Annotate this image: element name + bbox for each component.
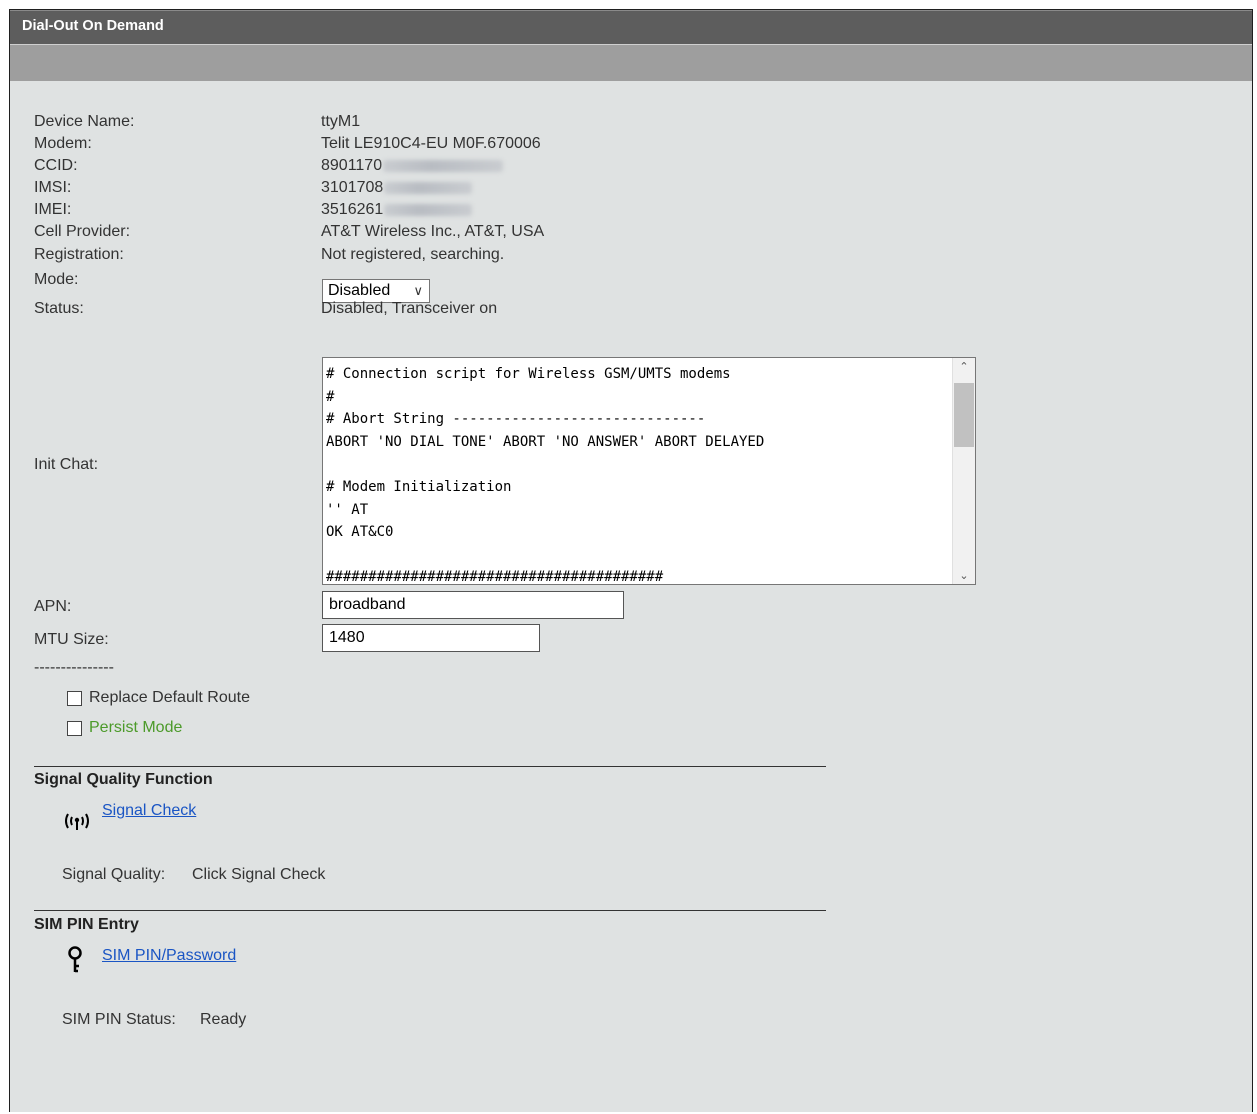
replace-default-route-label: Replace Default Route [89,689,250,706]
ccid-redaction [383,159,504,172]
key-icon [67,946,83,979]
init-chat-text: # Connection script for Wireless GSM/UMT… [326,366,765,583]
mode-label: Mode: [34,271,79,288]
sim-section-title: SIM PIN Entry [34,916,139,933]
mode-selected-value: Disabled [328,282,391,299]
sim-pin-status-value: Ready [200,1011,247,1028]
registration-value: Not registered, searching. [321,246,505,263]
device-name-label: Device Name: [34,113,135,130]
init-chat-label: Init Chat: [34,456,99,473]
panel-subheader-bar [10,45,1252,81]
ccid-value-row: 8901170 [321,157,504,175]
ccid-value: 8901170 [321,157,383,174]
ccid-label: CCID: [34,157,78,174]
imsi-redaction [384,181,473,194]
imsi-label: IMSI: [34,179,72,196]
mtu-label: MTU Size: [34,631,109,648]
panel-title: Dial-Out On Demand [10,10,1252,45]
scrollbar-thumb[interactable] [954,383,974,447]
scroll-down-icon[interactable]: ⌄ [953,569,975,582]
sim-pin-status-label: SIM PIN Status: [62,1011,176,1028]
scroll-up-icon[interactable]: ⌃ [953,360,975,373]
signal-quality-value: Click Signal Check [192,866,326,883]
signal-check-link[interactable]: Signal Check [102,802,196,820]
apn-label: APN: [34,598,72,615]
persist-mode-checkbox[interactable] [67,721,82,736]
signal-section-title: Signal Quality Function [34,771,213,788]
modem-value: Telit LE910C4-EU M0F.670006 [321,135,541,152]
init-chat-textarea[interactable]: # Connection script for Wireless GSM/UMT… [322,357,976,585]
section-divider [34,910,826,911]
sim-pin-link[interactable]: SIM PIN/Password [102,947,236,965]
registration-label: Registration: [34,246,124,263]
section-divider [34,766,826,767]
device-name-value: ttyM1 [321,113,361,130]
status-value: Disabled, Transceiver on [321,300,498,317]
cell-provider-value: AT&T Wireless Inc., AT&T, USA [321,223,545,240]
status-label: Status: [34,300,84,317]
antenna-icon [62,810,92,837]
imei-value-row: 3516261 [321,201,473,219]
imsi-value: 3101708 [321,179,384,196]
dialout-panel: Dial-Out On Demand Device Name: ttyM1 Mo… [9,9,1253,1112]
signal-quality-label: Signal Quality: [62,866,166,883]
apn-input[interactable]: broadband [322,591,624,619]
init-chat-scrollbar[interactable]: ⌃ ⌄ [952,358,975,584]
cell-provider-label: Cell Provider: [34,223,131,240]
imei-redaction [384,203,473,216]
persist-mode-label: Persist Mode [89,719,183,736]
separator-dashes: --------------- [34,659,114,676]
mtu-input[interactable]: 1480 [322,624,540,652]
modem-label: Modem: [34,135,92,152]
chevron-down-icon: ∨ [413,283,423,298]
replace-default-route-checkbox[interactable] [67,691,82,706]
imei-value: 3516261 [321,201,384,218]
imsi-value-row: 3101708 [321,179,473,197]
imei-label: IMEI: [34,201,72,218]
